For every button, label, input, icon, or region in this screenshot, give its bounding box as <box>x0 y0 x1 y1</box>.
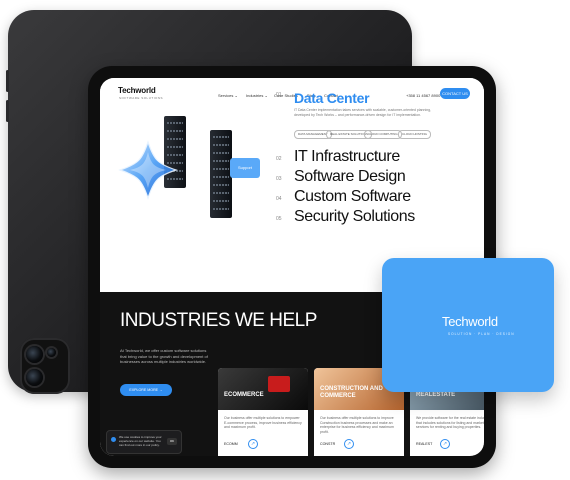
site-logo[interactable]: Techworld <box>118 86 156 95</box>
cookie-icon <box>111 437 116 442</box>
hero-description: IT Data Center implementation takes serv… <box>294 108 432 117</box>
service-number: 02 <box>276 156 282 162</box>
card-text: Our business offer multiple solutions to… <box>320 416 394 434</box>
service-custom-software[interactable]: Custom Software <box>294 188 411 206</box>
service-number: 05 <box>276 216 282 222</box>
flash-icon <box>47 348 56 357</box>
server-rack-image <box>210 130 232 218</box>
phone-number[interactable]: +358 11 4567 8900 <box>406 93 440 98</box>
industries-description: At Techworld, we offer custom software s… <box>120 348 208 364</box>
card-link[interactable]: CONSTR <box>320 442 335 446</box>
service-tag[interactable]: CLOUD COMPUTING <box>364 130 402 139</box>
glass-crystal-icon <box>118 140 178 200</box>
arrow-icon[interactable]: ↗ <box>440 439 450 449</box>
card-link[interactable]: ECOMM <box>224 442 238 446</box>
camera-lens-icon <box>26 369 43 386</box>
card-title: ECOMMERCE <box>224 392 264 398</box>
camera-lens-icon <box>26 346 43 363</box>
card-text: We provide software for the real estate … <box>416 416 484 429</box>
service-number: 03 <box>276 176 282 182</box>
card-text: Our business offer multiple solutions to… <box>224 416 302 429</box>
card-title: REALESTATE <box>416 392 456 398</box>
volume-button <box>6 70 9 92</box>
cookie-banner: We use cookies to improve your experienc… <box>106 430 182 454</box>
service-software-design[interactable]: Software Design <box>294 168 406 186</box>
site-logo-tagline: SOFTWARE SOLUTIONS <box>119 96 164 100</box>
service-number: 04 <box>276 196 282 202</box>
floating-support-card: Support <box>230 158 260 178</box>
brand-card-logo: Techworld <box>442 314 498 329</box>
industry-card-ecommerce[interactable]: ECOMMERCE Our business offer multiple so… <box>218 368 308 456</box>
arrow-icon[interactable]: ↗ <box>344 439 354 449</box>
brand-card-tagline: SOLUTION · PLAN · DESIGN <box>448 332 515 336</box>
laptop-image <box>268 376 290 392</box>
card-image <box>218 368 308 410</box>
service-security-solutions[interactable]: Security Solutions <box>294 208 415 226</box>
cookie-text: We use cookies to improve your experienc… <box>119 435 162 447</box>
contact-us-button[interactable]: CONTACT US <box>440 88 470 99</box>
card-link[interactable]: REALEST <box>416 442 432 446</box>
service-number: 01 <box>276 92 282 98</box>
service-tag[interactable]: CLOUD HOSTING <box>398 130 432 139</box>
nav-industries[interactable]: Industries ⌄ <box>246 93 268 98</box>
industries-title: INDUSTRIES WE HELP <box>120 310 317 331</box>
camera-module <box>20 338 70 394</box>
brand-card: Techworld SOLUTION · PLAN · DESIGN <box>382 258 554 392</box>
arrow-icon[interactable]: ↗ <box>248 439 258 449</box>
service-it-infrastructure[interactable]: IT Infrastructure <box>294 148 400 166</box>
nav-services[interactable]: Services ⌄ <box>218 93 238 98</box>
explore-more-button[interactable]: EXPLORE MORE → <box>120 384 172 396</box>
volume-button <box>6 100 9 122</box>
top-navigation: Techworld SOFTWARE SOLUTIONS Services ⌄ … <box>100 78 484 108</box>
cookie-accept-button[interactable]: OK <box>167 438 177 445</box>
hero-service-title: Data Center <box>294 90 370 106</box>
